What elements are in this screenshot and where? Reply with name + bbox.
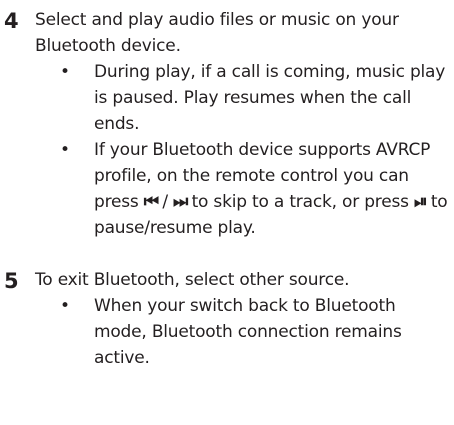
instruction-page: 4 Select and play audio files or music o… (0, 0, 454, 425)
bullet-item: • During play, if a call is coming, musi… (35, 59, 449, 137)
previous-track-icon: ⏮ (143, 192, 159, 212)
bullet-list: • During play, if a call is coming, musi… (4, 59, 449, 241)
separator-text: / (157, 192, 174, 212)
step-number: 5 (4, 269, 19, 293)
bullet-marker: • (60, 140, 70, 160)
bullet-marker: • (60, 62, 70, 82)
step-text: To exit Bluetooth, select other source. (35, 270, 350, 290)
step-4: 4 Select and play audio files or music o… (4, 7, 449, 241)
next-track-icon: ⏭ (173, 192, 188, 212)
step-text: Select and play audio files or music on … (35, 10, 399, 56)
bullet-text: to skip to a track, or press (186, 192, 414, 212)
bullet-item: • When your switch back to Bluetooth mod… (35, 293, 449, 371)
bullet-list: • When your switch back to Bluetooth mod… (4, 293, 449, 371)
step-number: 4 (4, 9, 19, 33)
bullet-text: When your switch back to Bluetooth mode,… (94, 296, 402, 368)
bullet-marker: • (60, 296, 70, 316)
bullet-text: During play, if a call is coming, music … (94, 62, 446, 134)
play-pause-icon: ⏯ (414, 192, 428, 212)
bullet-item: • If your Bluetooth device supports AVRC… (35, 137, 449, 241)
step-5: 5 To exit Bluetooth, select other source… (4, 267, 449, 371)
